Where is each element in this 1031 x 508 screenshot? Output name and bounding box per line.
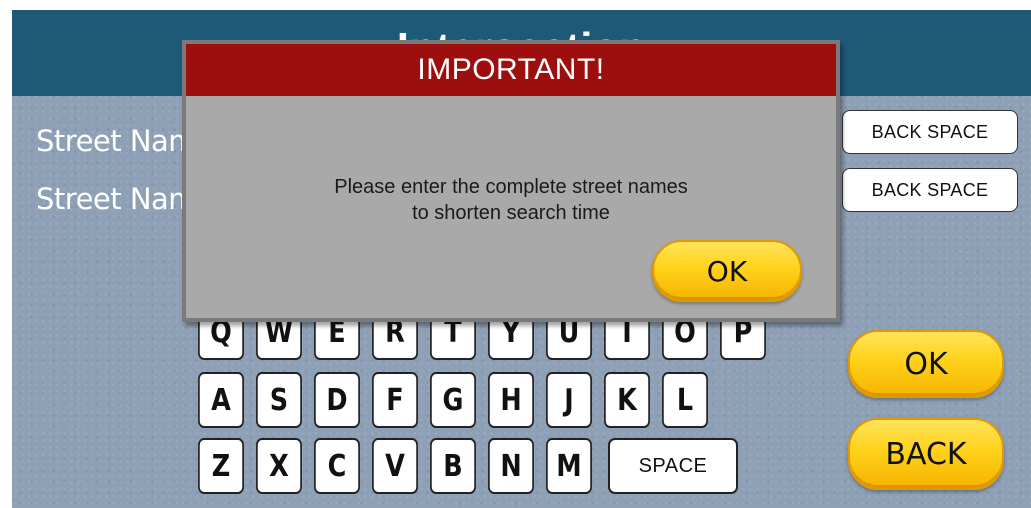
key-b[interactable]: B bbox=[430, 438, 476, 494]
key-j[interactable]: J bbox=[546, 372, 592, 428]
key-z[interactable]: Z bbox=[198, 438, 244, 494]
key-k[interactable]: K bbox=[604, 372, 650, 428]
key-a[interactable]: A bbox=[198, 372, 244, 428]
space-key[interactable]: SPACE bbox=[608, 438, 738, 494]
key-n[interactable]: N bbox=[488, 438, 534, 494]
back-button[interactable]: BACK bbox=[848, 418, 1004, 490]
key-m[interactable]: M bbox=[546, 438, 592, 494]
key-c[interactable]: C bbox=[314, 438, 360, 494]
key-h[interactable]: H bbox=[488, 372, 534, 428]
ok-button[interactable]: OK bbox=[848, 330, 1004, 398]
backspace-button-2[interactable]: BACK SPACE bbox=[842, 168, 1018, 212]
dialog-message-line-2: to shorten search time bbox=[412, 202, 610, 224]
dialog-title: IMPORTANT! bbox=[186, 44, 836, 96]
key-g[interactable]: G bbox=[430, 372, 476, 428]
key-f[interactable]: F bbox=[372, 372, 418, 428]
street-name-1-label: Street Nam bbox=[36, 124, 197, 158]
key-l[interactable]: L bbox=[662, 372, 708, 428]
dialog-message-line-1: Please enter the complete street names bbox=[334, 176, 688, 198]
dialog-ok-button[interactable]: OK bbox=[652, 240, 802, 302]
key-x[interactable]: X bbox=[256, 438, 302, 494]
key-v[interactable]: V bbox=[372, 438, 418, 494]
important-dialog: IMPORTANT! Please enter the complete str… bbox=[182, 40, 840, 322]
key-s[interactable]: S bbox=[256, 372, 302, 428]
key-d[interactable]: D bbox=[314, 372, 360, 428]
street-name-2-label: Street Nam bbox=[36, 182, 197, 216]
backspace-button-1[interactable]: BACK SPACE bbox=[842, 110, 1018, 154]
